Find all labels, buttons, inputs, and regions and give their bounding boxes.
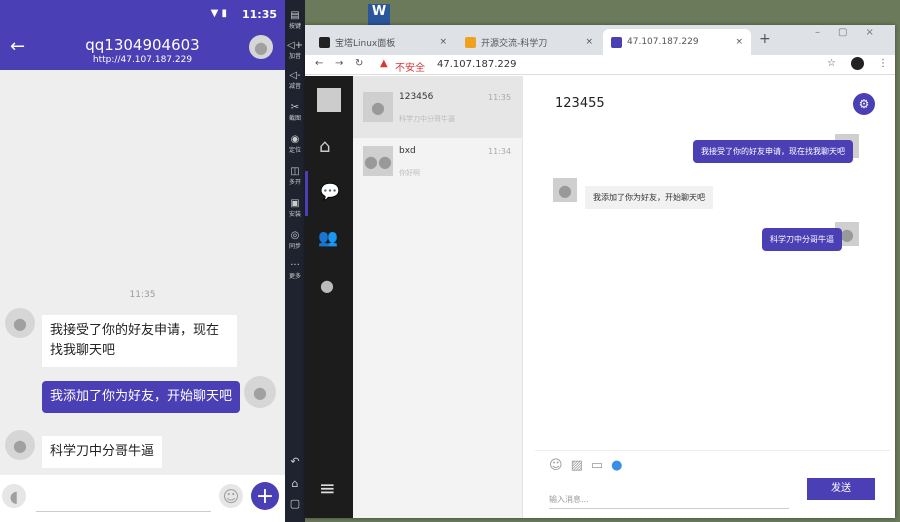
tab-active[interactable]: 47.107.187.229 × bbox=[603, 29, 751, 55]
profile-avatar[interactable] bbox=[851, 57, 864, 70]
toolbar-multi[interactable]: ◫ 多开 bbox=[285, 166, 305, 186]
browser-window: 宝塔Linux面板 × 开源交流-科学刀 × 47.107.187.229 × + –… bbox=[305, 25, 895, 518]
chat-panel: 123455 ⚙ ● 我接受了你的好友申请，现在找我聊天吧 ● 我添加了你为好友… bbox=[535, 76, 890, 518]
insecure-label: 不安全 bbox=[395, 63, 425, 74]
avatar: ● bbox=[5, 308, 35, 338]
android-phone-screen: 11:35 ▼ ▮ ← qq1304904603 http://47.107.1… bbox=[0, 0, 285, 522]
toolbar-more[interactable]: ··· 更多 bbox=[285, 260, 305, 280]
more-icon: ··· bbox=[290, 260, 300, 271]
close-icon[interactable]: × bbox=[439, 37, 447, 47]
toolbar-install[interactable]: ▣ 安装 bbox=[285, 198, 305, 218]
sync-icon: ◎ bbox=[290, 230, 300, 241]
new-tab-button[interactable]: + bbox=[759, 31, 771, 47]
group-avatar: ●● bbox=[363, 146, 393, 176]
active-indicator bbox=[305, 171, 308, 216]
avatar: ● bbox=[553, 178, 577, 202]
toolbar-keys[interactable]: ▤ 按键 bbox=[285, 10, 305, 30]
status-time: 11:35 bbox=[241, 8, 277, 21]
tab-bar: 宝塔Linux面板 × 开源交流-科学刀 × 47.107.187.229 × + –… bbox=[305, 25, 895, 55]
volume-down-icon: ◁- bbox=[289, 70, 301, 81]
back-icon[interactable]: ↶ bbox=[285, 455, 305, 468]
favicon-icon bbox=[465, 36, 476, 48]
avatar: ● bbox=[363, 92, 393, 122]
close-icon[interactable]: × bbox=[735, 37, 743, 47]
tab-baota[interactable]: 宝塔Linux面板 × bbox=[311, 29, 455, 55]
volume-up-icon: ◁+ bbox=[286, 40, 304, 51]
settings-icon[interactable]: ⚙ bbox=[853, 93, 875, 115]
toolbar-icons: ☺▨▭● bbox=[549, 458, 631, 473]
forward-icon[interactable]: → bbox=[335, 58, 343, 69]
chat-title: qq1304904603 bbox=[85, 36, 200, 54]
word-desktop-icon[interactable]: W bbox=[368, 4, 390, 26]
multi-window-icon: ◫ bbox=[290, 166, 300, 177]
toolbar-screenshot[interactable]: ✂ 截图 bbox=[285, 102, 305, 122]
message-bubble: 科学刀中分哥牛逼 bbox=[762, 228, 842, 251]
close-icon[interactable]: × bbox=[585, 37, 593, 47]
group-icon[interactable]: 👥 bbox=[318, 228, 338, 247]
address-bar: ← → ↻ ▲ 不安全 47.107.187.229 ☆ ⋮ bbox=[305, 55, 895, 75]
scissors-icon: ✂ bbox=[290, 102, 300, 113]
send-button[interactable]: 发送 bbox=[807, 478, 875, 500]
url-field[interactable]: 47.107.187.229 bbox=[437, 59, 517, 70]
home-icon[interactable]: ⌂ bbox=[319, 136, 330, 157]
message-bubble: 我接受了你的好友申请，现在找我聊天吧 bbox=[42, 315, 237, 367]
reload-icon[interactable]: ↻ bbox=[355, 58, 363, 69]
chat-icon[interactable]: 💬 bbox=[320, 182, 340, 201]
location-icon: ◉ bbox=[290, 134, 300, 145]
toolbar-volume-down[interactable]: ◁- 减音 bbox=[285, 70, 305, 90]
voice-icon[interactable]: ◖ bbox=[2, 484, 26, 508]
app-sidebar: ⌂ 💬 👥 ● ≡ bbox=[305, 76, 353, 518]
favicon-icon bbox=[611, 36, 622, 48]
message-input[interactable]: 输入消息... bbox=[549, 494, 789, 509]
message-bubble: 我添加了你为好友，开始聊天吧 bbox=[585, 186, 713, 209]
message-input[interactable] bbox=[36, 510, 211, 512]
avatar: ● bbox=[5, 430, 35, 460]
keyboard-icon: ▤ bbox=[290, 10, 300, 21]
recents-icon[interactable]: ▢ bbox=[285, 497, 305, 510]
home-icon[interactable]: ⌂ bbox=[285, 477, 305, 490]
wifi-battery-icon: ▼ ▮ bbox=[210, 8, 227, 19]
contact-item[interactable]: ●● bxd 11:34 你好啊 bbox=[353, 138, 523, 188]
emoji-icon[interactable]: ☺ bbox=[219, 484, 243, 508]
user-icon[interactable]: ● bbox=[320, 276, 334, 295]
message-timestamp: 11:35 bbox=[129, 290, 156, 300]
message-bubble: 科学刀中分哥牛逼 bbox=[42, 436, 163, 468]
user-avatar[interactable] bbox=[317, 88, 341, 112]
menu-icon[interactable]: ⋮ bbox=[878, 58, 888, 69]
toolbar-sync[interactable]: ◎ 同步 bbox=[285, 230, 305, 250]
window-controls[interactable]: –▢× bbox=[815, 27, 892, 38]
chat-subtitle: http://47.107.187.229 bbox=[92, 55, 193, 65]
image-icon[interactable]: ▨ bbox=[571, 458, 591, 473]
plus-button[interactable]: + bbox=[251, 482, 279, 510]
chat-header: 11:35 ▼ ▮ ← qq1304904603 http://47.107.1… bbox=[0, 0, 285, 70]
file-icon[interactable]: ▭ bbox=[591, 458, 611, 473]
link-icon[interactable]: ● bbox=[611, 458, 630, 473]
hamburger-menu-icon[interactable]: ≡ bbox=[319, 476, 336, 500]
chat-title: 123455 bbox=[555, 96, 605, 111]
apk-icon: ▣ bbox=[290, 198, 300, 209]
message-bubble: 我接受了你的好友申请，现在找我聊天吧 bbox=[693, 140, 853, 163]
tab-kxd[interactable]: 开源交流-科学刀 × bbox=[457, 29, 601, 55]
emoji-icon[interactable]: ☺ bbox=[549, 458, 571, 473]
back-icon[interactable]: ← bbox=[315, 58, 323, 69]
emulator-toolbar: ▤ 按键 ◁+ 加音 ◁- 减音 ✂ 截图 ◉ 定位 ◫ 多开 ▣ 安装 ◎ 同步 ··· 更多 … bbox=[285, 0, 305, 522]
toolbar-volume-up[interactable]: ◁+ 加音 bbox=[285, 40, 305, 60]
input-bar: ◖ ☺ + bbox=[0, 475, 285, 522]
star-icon[interactable]: ☆ bbox=[827, 58, 836, 69]
toolbar-location[interactable]: ◉ 定位 bbox=[285, 134, 305, 154]
divider bbox=[535, 450, 890, 451]
warning-icon: ▲ bbox=[380, 58, 388, 69]
contact-list: ● 123456 11:35 科学刀中分哥牛逼 ●● bxd 11:34 你好啊 bbox=[353, 76, 523, 518]
contact-avatar[interactable]: ● bbox=[249, 35, 273, 59]
favicon-icon bbox=[319, 36, 330, 48]
contact-item[interactable]: ● 123456 11:35 科学刀中分哥牛逼 bbox=[353, 76, 523, 138]
message-bubble: 我添加了你为好友，开始聊天吧 bbox=[42, 381, 241, 413]
avatar: ● bbox=[244, 376, 276, 408]
